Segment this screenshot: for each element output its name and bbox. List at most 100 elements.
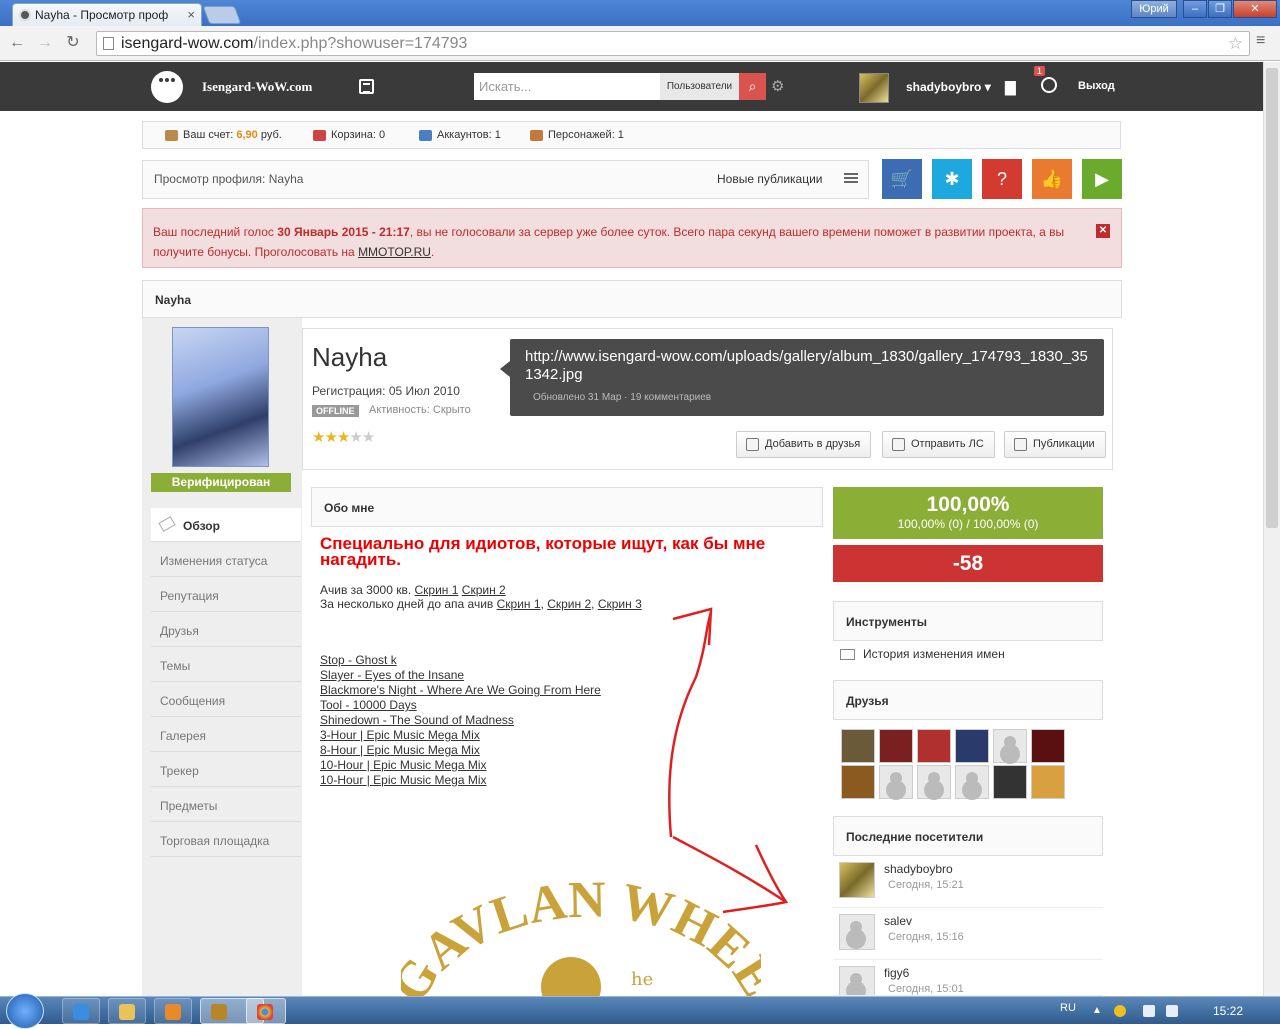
star-icon[interactable]: ★: [362, 429, 375, 446]
friend-avatar[interactable]: [955, 729, 989, 763]
settings-tile[interactable]: ✱: [932, 159, 972, 199]
sidebar-item-items[interactable]: Предметы: [151, 788, 301, 822]
shop-tile[interactable]: 🛒: [882, 159, 922, 199]
list-icon[interactable]: [844, 173, 858, 183]
friend-avatar[interactable]: [917, 729, 951, 763]
star-icon[interactable]: ★: [349, 429, 362, 446]
close-window-button[interactable]: ✕: [1233, 0, 1277, 18]
browser-profile-chip[interactable]: Юрий: [1131, 0, 1177, 18]
friend-avatar[interactable]: [993, 729, 1027, 763]
sidebar-item-marketplace[interactable]: Торговая площадка: [151, 823, 301, 857]
friend-avatar[interactable]: [841, 729, 875, 763]
visitor-avatar[interactable]: [839, 914, 875, 950]
logout-link[interactable]: Выход: [1078, 80, 1115, 92]
visitor-row[interactable]: salev Сегодня, 15:16: [833, 908, 1103, 960]
help-tile[interactable]: ?: [982, 159, 1022, 199]
send-pm-button[interactable]: Отправить ЛС: [882, 431, 995, 458]
visitor-avatar[interactable]: [839, 966, 875, 995]
star-icon[interactable]: ★: [312, 429, 325, 446]
taskbar-explorer[interactable]: [108, 998, 146, 1024]
tray-expand-icon[interactable]: ▲: [1092, 1005, 1104, 1017]
thumbs-up-icon: 👍: [1040, 169, 1064, 189]
visitor-name[interactable]: salev: [884, 914, 912, 928]
mmotop-link[interactable]: MMOTOP.RU: [358, 245, 431, 259]
scrollbar-thumb[interactable]: [1266, 68, 1278, 528]
site-name[interactable]: Isengard-WoW.com: [202, 79, 312, 95]
user-menu[interactable]: shadyboybro ▾: [906, 80, 991, 94]
friend-avatar[interactable]: [841, 765, 875, 799]
visitor-name[interactable]: figy6: [884, 966, 909, 980]
star-icon[interactable]: ★: [337, 429, 350, 446]
menu-icon[interactable]: [359, 79, 374, 94]
cart-item[interactable]: Корзина: 0: [313, 122, 385, 148]
taskbar-chrome[interactable]: [246, 998, 286, 1024]
sidebar-item-friends[interactable]: Друзья: [151, 613, 301, 647]
reputation-negative[interactable]: -58: [833, 545, 1103, 582]
alert-text: Ваш последний голос: [153, 225, 278, 239]
friend-avatar[interactable]: [1031, 729, 1065, 763]
rating-stars[interactable]: ★★★★★: [312, 428, 375, 446]
sidebar-item-tracker[interactable]: Трекер: [151, 753, 301, 787]
status-meta[interactable]: Обновлено 31 Мар · 19 комментариев: [525, 389, 1089, 407]
sidebar-item-posts[interactable]: Сообщения: [151, 683, 301, 717]
name-history-link[interactable]: История изменения имен: [840, 647, 1005, 661]
publications-button[interactable]: Публикации: [1004, 431, 1106, 458]
sidebar-item-topics[interactable]: Темы: [151, 648, 301, 682]
taskbar-ie[interactable]: [62, 998, 100, 1024]
friend-avatar[interactable]: [879, 765, 913, 799]
friend-avatar[interactable]: [993, 765, 1027, 799]
volume-icon[interactable]: [1166, 1005, 1178, 1017]
user-avatar[interactable]: [859, 73, 889, 103]
close-icon[interactable]: ✕: [1096, 224, 1110, 238]
taskbar-media[interactable]: [154, 998, 192, 1024]
characters-item[interactable]: Персонажей: 1: [530, 122, 624, 148]
friend-avatar[interactable]: [879, 729, 913, 763]
new-publications-link[interactable]: Новые публикации: [717, 172, 823, 186]
characters-count: Персонажей: 1: [548, 129, 624, 141]
star-icon[interactable]: ★: [324, 429, 337, 446]
visitor-avatar[interactable]: [839, 862, 875, 898]
back-arrow-icon[interactable]: ←: [6, 32, 28, 54]
add-friend-button[interactable]: Добавить в друзья: [736, 431, 872, 458]
sidebar-item-gallery[interactable]: Галерея: [151, 718, 301, 752]
visitor-row[interactable]: figy6 Сегодня, 15:01: [833, 960, 1103, 996]
clock[interactable]: 15:22: [1213, 1004, 1243, 1018]
search-button[interactable]: ⌕: [739, 73, 766, 100]
search-scope-select[interactable]: Пользователи: [660, 73, 739, 100]
friend-avatar[interactable]: [955, 765, 989, 799]
bookmark-star-icon[interactable]: ☆: [1228, 32, 1243, 55]
messages-icon[interactable]: ▇: [1005, 79, 1016, 96]
notifications-globe-icon[interactable]: [1041, 77, 1057, 93]
profile-photo[interactable]: [172, 327, 269, 467]
minimize-button[interactable]: –: [1183, 0, 1207, 18]
friend-avatar[interactable]: [917, 765, 951, 799]
new-tab-button[interactable]: [202, 6, 242, 24]
visitor-name[interactable]: shadyboybro: [884, 862, 953, 876]
help-icon: ?: [996, 169, 1007, 189]
reload-icon[interactable]: ↻: [62, 32, 84, 54]
play-tile[interactable]: ▶: [1082, 159, 1122, 199]
search-settings-gear-icon[interactable]: ⚙: [771, 77, 784, 95]
search-input[interactable]: Искать...: [474, 73, 660, 100]
status-text[interactable]: http://www.isengard-wow.com/uploads/gall…: [525, 348, 1088, 383]
balance-item[interactable]: Ваш счет: 6,90 руб.: [165, 122, 282, 148]
maximize-button[interactable]: ❐: [1208, 0, 1232, 18]
input-language[interactable]: RU: [1060, 1002, 1076, 1014]
network-icon[interactable]: [1143, 1005, 1155, 1017]
visitor-row[interactable]: shadyboybro Сегодня, 15:21: [833, 856, 1103, 908]
sidebar-item-reputation[interactable]: Репутация: [151, 578, 301, 612]
forward-arrow-icon[interactable]: →: [34, 32, 56, 54]
accounts-item[interactable]: Аккаунтов: 1: [419, 122, 501, 148]
address-bar[interactable]: isengard-wow.com/index.php?showuser=1747…: [96, 31, 1250, 56]
friend-avatar[interactable]: [1031, 765, 1065, 799]
site-logo-icon[interactable]: [151, 71, 183, 103]
alert-end: .: [430, 245, 435, 259]
vote-tile[interactable]: 👍: [1032, 159, 1072, 199]
sidebar-item-overview[interactable]: Обзор: [151, 508, 301, 542]
close-tab-icon[interactable]: ×: [187, 7, 195, 22]
tray-app-icon[interactable]: [1114, 1005, 1126, 1017]
sidebar-item-status-changes[interactable]: Изменения статуса: [151, 543, 301, 577]
page-scrollbar[interactable]: [1263, 62, 1280, 996]
browser-menu-icon[interactable]: ≡: [1256, 32, 1265, 50]
browser-tab[interactable]: Nayha - Просмотр проф ×: [12, 3, 202, 26]
